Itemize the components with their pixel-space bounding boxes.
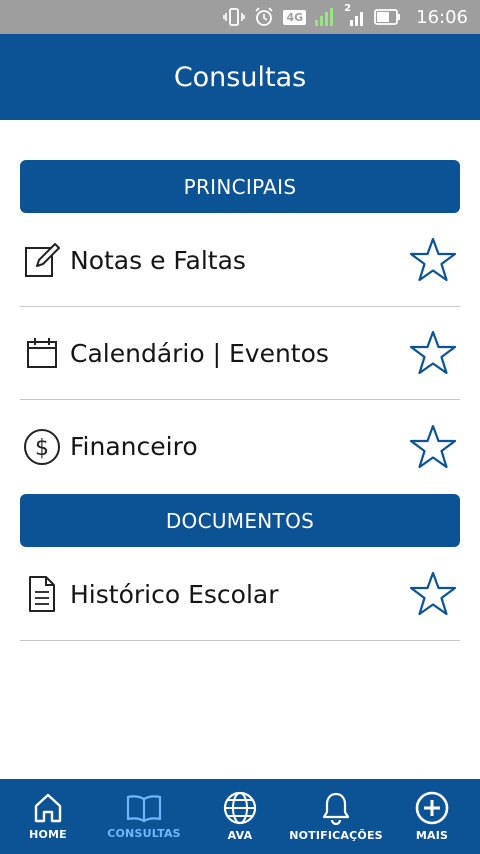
nav-consultas[interactable]: CONSULTAS <box>96 779 192 854</box>
sim-badge: 2 <box>344 3 352 14</box>
nav-home[interactable]: HOME <box>0 779 96 854</box>
plus-circle-icon <box>415 791 449 825</box>
section-header-documentos: DOCUMENTOS <box>20 494 460 547</box>
nav-label: AVA <box>227 829 253 842</box>
edit-note-icon <box>22 240 62 280</box>
nav-notificacoes[interactable]: NOTIFICAÇÕES <box>288 779 384 854</box>
bottom-nav: HOME CONSULTAS AVA NOTIFICAÇÕES MAIS <box>0 779 480 854</box>
svg-text:$: $ <box>35 436 49 461</box>
book-icon <box>126 793 162 823</box>
item-label: Histórico Escolar <box>70 579 279 609</box>
list-item-notas-e-faltas[interactable]: Notas e Faltas <box>20 214 460 307</box>
dollar-icon: $ <box>22 427 62 467</box>
favorite-star-icon[interactable] <box>408 235 458 285</box>
globe-icon <box>223 791 257 825</box>
vibrate-icon <box>223 7 246 27</box>
battery-icon <box>374 8 402 26</box>
item-label: Financeiro <box>70 432 198 461</box>
page-title: Consultas <box>173 61 307 93</box>
item-label: Notas e Faltas <box>70 245 246 275</box>
network-type-badge: 4G <box>283 9 307 25</box>
nav-mais[interactable]: MAIS <box>384 779 480 854</box>
section-title: DOCUMENTOS <box>165 508 315 533</box>
favorite-star-icon[interactable] <box>408 328 458 378</box>
alarm-icon <box>253 6 275 28</box>
favorite-star-icon[interactable] <box>408 569 458 619</box>
list-item-financeiro[interactable]: $ Financeiro <box>20 400 460 493</box>
section-title: PRINCIPAIS <box>183 174 297 199</box>
status-bar: 4G 2 16:06 <box>0 0 480 34</box>
signal-sim2-icon: 2 <box>344 3 366 27</box>
document-icon <box>22 574 62 614</box>
calendar-icon <box>22 333 62 373</box>
item-label: Calendário | Eventos <box>70 338 329 368</box>
signal-strength-icon <box>314 7 336 27</box>
bell-icon <box>321 791 351 825</box>
home-icon <box>32 792 64 824</box>
app-header: Consultas <box>0 34 480 120</box>
list-item-calendario-eventos[interactable]: Calendário | Eventos <box>20 307 460 400</box>
list-item-historico-escolar[interactable]: Histórico Escolar <box>20 548 460 641</box>
section-header-principais: PRINCIPAIS <box>20 160 460 213</box>
nav-label: MAIS <box>415 829 449 842</box>
nav-label: CONSULTAS <box>107 827 181 840</box>
nav-ava[interactable]: AVA <box>192 779 288 854</box>
favorite-star-icon[interactable] <box>408 422 458 472</box>
status-time: 16:06 <box>416 6 468 28</box>
nav-label: NOTIFICAÇÕES <box>289 829 383 842</box>
nav-label: HOME <box>29 828 67 841</box>
